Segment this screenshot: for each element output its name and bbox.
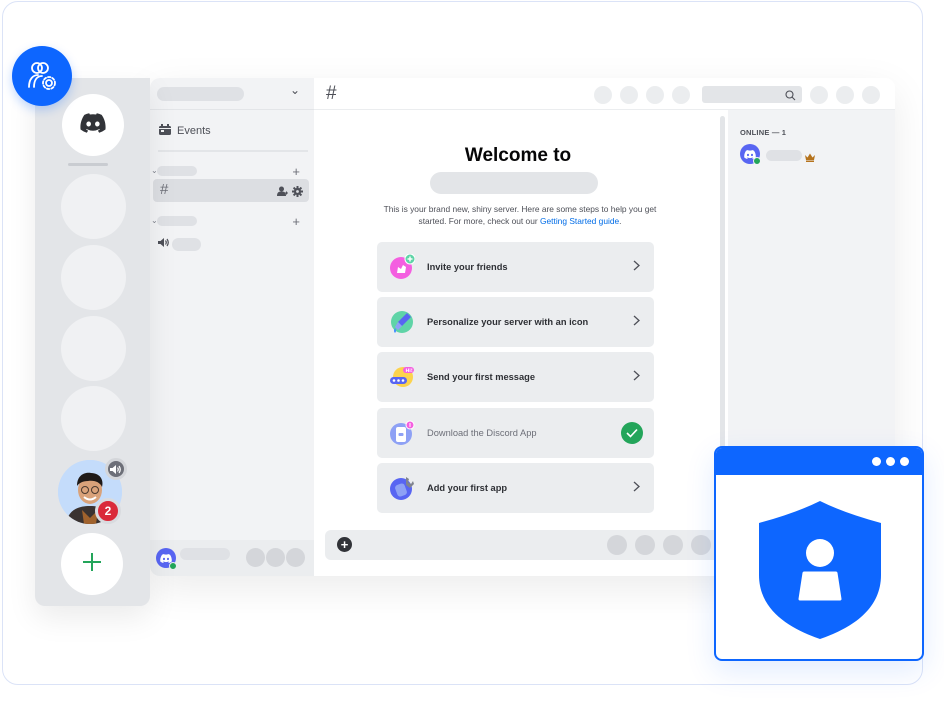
mute-button[interactable]	[246, 548, 265, 567]
speaker-icon	[158, 235, 170, 253]
deafen-button[interactable]	[266, 548, 285, 567]
search-icon	[785, 88, 796, 106]
step-label: Invite your friends	[427, 262, 508, 272]
step-personalize-server[interactable]: Personalize your server with an icon	[377, 297, 654, 347]
composer-button[interactable]	[663, 535, 683, 555]
server-icon[interactable]	[61, 174, 126, 239]
notification-badge: 2	[95, 498, 121, 524]
online-status-dot	[169, 562, 177, 570]
composer-button[interactable]	[607, 535, 627, 555]
toolbar-button[interactable]	[594, 86, 612, 104]
chevron-right-icon	[633, 315, 640, 329]
add-channel-icon[interactable]: +	[292, 164, 300, 179]
chevron-right-icon	[633, 260, 640, 274]
user-panel	[150, 540, 314, 576]
add-member-icon[interactable]	[277, 184, 288, 202]
discord-logo-icon	[80, 112, 106, 138]
server-rail: 2	[35, 78, 150, 606]
hash-icon: #	[160, 181, 169, 198]
member-name-placeholder	[766, 150, 802, 161]
discord-home-button[interactable]	[62, 94, 124, 156]
step-send-message[interactable]: Hi! Send your first message	[377, 352, 654, 402]
online-heading: ONLINE — 1	[740, 128, 787, 137]
composer-button[interactable]	[691, 535, 711, 555]
toolbar-button[interactable]	[672, 86, 690, 104]
window-dot	[900, 457, 909, 466]
server-icon[interactable]	[61, 386, 126, 451]
chevron-down-icon[interactable]: ⌄	[290, 83, 300, 97]
app-wrench-icon	[389, 475, 415, 501]
username-placeholder	[180, 548, 230, 560]
channel-sidebar: ⌄ Events ⌄ + # ⌄ +	[150, 78, 314, 576]
composer-button[interactable]	[635, 535, 655, 555]
step-download-app[interactable]: Download the Discord App	[377, 408, 654, 458]
voice-channel-name-placeholder	[172, 237, 201, 251]
gear-icon[interactable]	[292, 184, 303, 202]
paintbrush-icon	[389, 309, 415, 335]
security-card	[714, 446, 924, 661]
invite-friends-icon	[389, 253, 416, 280]
plus-icon	[82, 552, 102, 577]
message-composer[interactable]: +	[325, 530, 725, 560]
calendar-icon	[159, 124, 171, 138]
server-name-placeholder	[157, 87, 244, 101]
svg-text:Hi!: Hi!	[406, 368, 413, 374]
add-channel-icon[interactable]: +	[292, 214, 300, 229]
step-invite-friends[interactable]: Invite your friends	[377, 242, 654, 292]
shield-user-icon	[759, 501, 881, 644]
message-icon: Hi!	[389, 364, 415, 390]
server-header[interactable]: ⌄	[150, 78, 314, 110]
voice-channel[interactable]	[158, 235, 201, 253]
channel-topbar: #	[314, 78, 895, 110]
category-name-placeholder	[157, 216, 197, 226]
step-add-app[interactable]: Add your first app	[377, 463, 654, 513]
window-dot	[886, 457, 895, 466]
user-settings-button[interactable]	[286, 548, 305, 567]
speaker-icon	[105, 458, 127, 480]
divider	[158, 150, 308, 152]
toolbar-button[interactable]	[810, 86, 828, 104]
plus-circle-icon[interactable]: +	[337, 537, 352, 552]
window-titlebar	[716, 448, 922, 475]
step-label: Send your first message	[427, 372, 535, 382]
selected-text-channel[interactable]: #	[153, 179, 309, 202]
server-name-placeholder	[430, 172, 598, 194]
server-icon[interactable]	[61, 245, 126, 310]
toolbar-button[interactable]	[646, 86, 664, 104]
welcome-description: This is your brand new, shiny server. He…	[383, 204, 657, 226]
checkmark-icon	[621, 422, 643, 444]
step-label: Personalize your server with an icon	[427, 317, 589, 327]
rail-separator	[68, 163, 108, 166]
events-label: Events	[177, 125, 211, 137]
search-input[interactable]	[702, 86, 802, 103]
chevron-right-icon	[633, 481, 640, 495]
hash-icon: #	[326, 83, 337, 104]
window-dot	[872, 457, 881, 466]
phone-app-icon	[389, 420, 415, 446]
category-name-placeholder	[157, 166, 197, 176]
toolbar-button[interactable]	[862, 86, 880, 104]
getting-started-link[interactable]: Getting Started guide	[540, 216, 619, 226]
server-icon[interactable]	[61, 316, 126, 381]
crown-icon	[805, 149, 815, 167]
toolbar-button[interactable]	[836, 86, 854, 104]
welcome-title: Welcome to	[464, 145, 572, 166]
voice-category[interactable]: ⌄ +	[150, 214, 314, 230]
chevron-right-icon	[633, 370, 640, 384]
online-status-dot	[753, 157, 761, 165]
text-category[interactable]: ⌄ +	[150, 164, 314, 180]
events-item[interactable]: Events	[159, 124, 211, 138]
users-gear-icon	[12, 46, 72, 106]
add-server-button[interactable]	[61, 533, 123, 595]
step-label: Download the Discord App	[427, 428, 537, 438]
step-label: Add your first app	[427, 483, 508, 493]
toolbar-button[interactable]	[620, 86, 638, 104]
